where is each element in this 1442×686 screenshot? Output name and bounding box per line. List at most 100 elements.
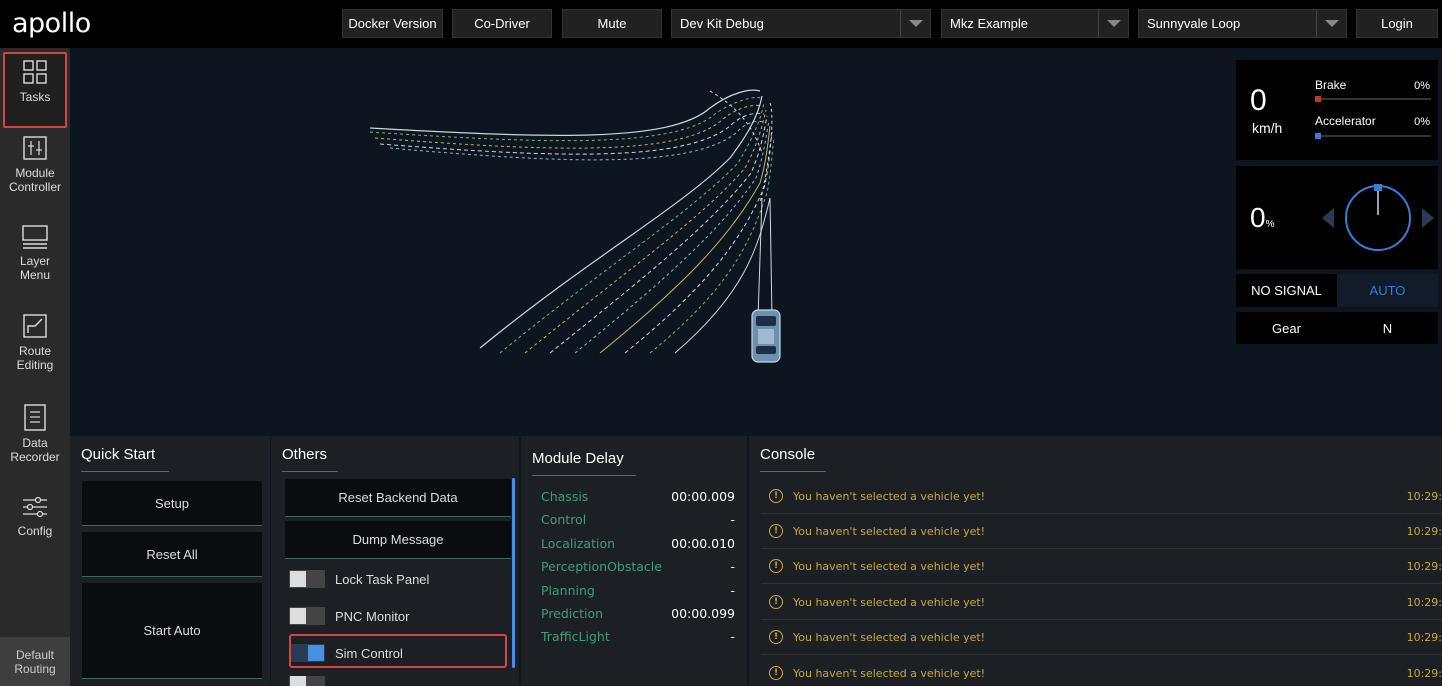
sidebar-item-data-recorder[interactable]: Data Recorder xyxy=(0,402,70,468)
speed-value: 0 xyxy=(1250,84,1267,117)
accelerator-meter xyxy=(1315,133,1431,139)
gear-panel: Gear N xyxy=(1236,312,1438,344)
others-title: Others xyxy=(282,446,338,472)
brake-label: Brake xyxy=(1315,78,1347,92)
toggle-label: PNC Monitor xyxy=(335,608,410,624)
layers-icon xyxy=(22,225,48,249)
others-scrollbar[interactable] xyxy=(512,478,515,668)
grid-icon xyxy=(23,60,47,84)
mute-button[interactable]: Mute xyxy=(562,9,662,38)
sidebar: Tasks Module Controller Layer Menu Route… xyxy=(0,48,70,686)
steer-left-arrow-icon xyxy=(1322,208,1334,228)
warning-icon: ! xyxy=(769,524,783,538)
header-bar: apollo Docker Version Co-Driver Mute Dev… xyxy=(0,0,1442,48)
steering-panel: 0% xyxy=(1236,166,1438,269)
mode-select[interactable]: Dev Kit Debug xyxy=(671,9,931,38)
console-title: Console xyxy=(760,446,826,472)
delay-row-localization: Localization 00:00.010 xyxy=(541,535,735,551)
sidebar-item-tasks[interactable]: Tasks xyxy=(3,52,67,128)
console-message: ! You haven't selected a vehicle yet! 10:2… xyxy=(761,656,1442,686)
delay-row-planning: Planning - xyxy=(541,582,735,598)
module-delay-title: Module Delay xyxy=(532,450,636,476)
quick-start-title: Quick Start xyxy=(81,446,169,472)
document-icon xyxy=(24,404,46,431)
quick-start-panel: Quick Start Setup Reset All Start Auto xyxy=(70,436,270,686)
sidebar-item-label: Route Editing xyxy=(16,344,54,372)
docker-version-button[interactable]: Docker Version xyxy=(342,9,443,38)
toggle-switch[interactable] xyxy=(289,676,325,686)
sidebar-item-label: Config xyxy=(17,524,53,538)
signal-panel: NO SIGNAL AUTO xyxy=(1236,274,1438,307)
delay-row-traffic-light: TrafficLight - xyxy=(541,628,735,644)
console-panel: Console ! You haven't selected a vehicle … xyxy=(749,436,1442,686)
sim-control-highlight xyxy=(289,634,507,668)
sidebar-item-config[interactable]: Config xyxy=(0,494,70,550)
warning-icon: ! xyxy=(769,559,783,573)
lock-task-panel-toggle[interactable]: Lock Task Panel xyxy=(289,564,503,594)
chevron-down-icon[interactable] xyxy=(900,10,930,37)
vehicle-select[interactable]: Mkz Example xyxy=(941,9,1129,38)
login-button[interactable]: Login xyxy=(1356,9,1438,38)
sidebar-item-label: Tasks xyxy=(19,90,51,104)
speed-unit: km/h xyxy=(1252,120,1283,136)
accelerator-meter-fill xyxy=(1315,133,1321,139)
sidebar-item-label: Layer Menu xyxy=(19,254,51,282)
mode-select-value: Dev Kit Debug xyxy=(680,16,764,31)
ego-vehicle-icon xyxy=(751,309,781,363)
sliders-icon xyxy=(23,136,47,160)
steer-right-arrow-icon xyxy=(1422,208,1434,228)
sidebar-item-module-controller[interactable]: Module Controller xyxy=(0,134,70,200)
console-message: ! You haven't selected a vehicle yet! 10:2… xyxy=(761,620,1442,655)
sidebar-item-label: Data Recorder xyxy=(10,436,60,464)
start-auto-button[interactable]: Start Auto xyxy=(82,583,262,679)
console-message: ! You haven't selected a vehicle yet! 10:2… xyxy=(761,549,1442,584)
warning-icon: ! xyxy=(769,666,783,680)
gear-label: Gear xyxy=(1272,320,1301,336)
steering-unit: % xyxy=(1265,219,1275,230)
pnc-monitor-toggle[interactable]: PNC Monitor xyxy=(289,601,503,631)
signal-status: NO SIGNAL xyxy=(1251,283,1322,298)
delay-row-prediction: Prediction 00:00.099 xyxy=(541,605,735,621)
warning-icon: ! xyxy=(769,595,783,609)
accelerator-percent: 0% xyxy=(1414,116,1430,128)
steering-wheel-icon xyxy=(1322,184,1434,251)
warning-icon: ! xyxy=(769,489,783,503)
brake-meter-fill xyxy=(1315,96,1321,102)
apollo-logo: apollo xyxy=(12,8,91,39)
toggle-label: Lock Task Panel xyxy=(335,571,430,587)
reset-all-button[interactable]: Reset All xyxy=(82,532,262,577)
module-delay-panel: Module Delay Chassis 00:00.009 Control - L… xyxy=(521,436,747,686)
co-driver-button[interactable]: Co-Driver xyxy=(452,9,552,38)
config-sliders-icon xyxy=(23,496,47,518)
chevron-down-icon[interactable] xyxy=(1316,10,1346,37)
dump-message-button[interactable]: Dump Message xyxy=(285,521,511,559)
steering-value: 0% xyxy=(1250,202,1275,233)
chevron-down-icon[interactable] xyxy=(1098,10,1128,37)
map-select[interactable]: Sunnyvale Loop xyxy=(1138,9,1347,38)
toggle-switch[interactable] xyxy=(289,570,325,588)
delay-row-chassis: Chassis 00:00.009 xyxy=(541,488,735,504)
hidden-toggle[interactable] xyxy=(289,676,503,686)
warning-icon: ! xyxy=(769,630,783,644)
sidebar-item-layer-menu[interactable]: Layer Menu xyxy=(0,222,70,288)
speed-panel: 0 km/h Brake 0% Accelerator 0% xyxy=(1236,60,1438,160)
console-message: ! You haven't selected a vehicle yet! 10:2… xyxy=(761,585,1442,620)
gear-value: N xyxy=(1382,320,1393,336)
delay-row-control: Control - xyxy=(541,511,735,527)
setup-button[interactable]: Setup xyxy=(82,481,262,526)
default-routing-button[interactable]: Default Routing xyxy=(0,637,70,686)
map-select-value: Sunnyvale Loop xyxy=(1147,16,1241,31)
driving-mode: AUTO xyxy=(1337,274,1438,307)
sidebar-item-label: Module Controller xyxy=(8,166,62,194)
accelerator-label: Accelerator xyxy=(1315,114,1376,128)
console-message: ! You haven't selected a vehicle yet! 10:2… xyxy=(761,514,1442,549)
delay-row-perception-obstacle: PerceptionObstacle - xyxy=(541,558,735,574)
brake-percent: 0% xyxy=(1414,80,1430,92)
console-message: ! You haven't selected a vehicle yet! 10:2… xyxy=(761,479,1442,514)
brake-meter xyxy=(1315,96,1431,102)
route-edit-icon xyxy=(23,314,47,338)
sidebar-item-route-editing[interactable]: Route Editing xyxy=(0,312,70,378)
toggle-switch[interactable] xyxy=(289,607,325,625)
vehicle-select-value: Mkz Example xyxy=(950,16,1029,31)
reset-backend-data-button[interactable]: Reset Backend Data xyxy=(285,479,511,517)
